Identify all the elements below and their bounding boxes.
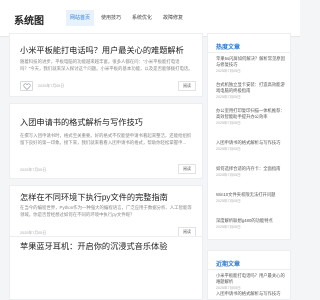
hot-article-item[interactable]: 苹果5s闪屏如何解决？解析常见原因与修复技巧 2025年7月05日 <box>216 56 286 74</box>
hot-article-date: 2025年7月05日 <box>216 95 241 99</box>
article-excerpt: 在撰写入团申请书时，格式至关重要。好的格式不仅能使申请书看起来整洁，还能给组织留… <box>20 133 192 145</box>
hot-articles-heading: 热度文章 <box>216 45 241 51</box>
article-date: 2025年7月05日 <box>20 168 47 172</box>
read-button[interactable]: 阅读 <box>178 164 196 174</box>
hot-article-title[interactable]: 苹果5s闪屏如何解决？解析常见原因与修复技巧 <box>216 56 286 68</box>
top-navigation-bar: 系统图 网站首页 使用技巧 系统优化 故障修复 <box>0 0 300 37</box>
article-excerpt: 在当今的编程世界，Python作为一种强大的编程语言，广泛应用于数据分析、人工智… <box>20 205 192 217</box>
hot-article-item[interactable]: 如何选择合适的内存卡：全面指南 2025年7月05日 <box>216 166 286 178</box>
article-excerpt: 随着科技的进步，平板电脑的功能越来越丰富。很多人都在问：“小米平板能打电话吗？”… <box>20 59 193 71</box>
hot-article-date: 2025年7月05日 <box>216 199 241 203</box>
hot-articles-panel: 热度文章 苹果5s闪屏如何解决？解析常见原因与修复技巧 2025年7月05日 台… <box>207 33 291 240</box>
hot-article-title[interactable]: 如何选择合适的内存卡：全面指南 <box>216 166 286 172</box>
hot-article-title[interactable]: Win10文件夹权限无法打开问题 <box>216 192 286 198</box>
heart-icon <box>23 83 31 90</box>
hot-article-date: 2025年7月05日 <box>216 173 241 177</box>
nav-item-tips[interactable]: 使用技巧 <box>97 10 125 26</box>
hot-article-title[interactable]: 深度解析联想g480的功能特点 <box>216 218 286 224</box>
divider <box>208 269 290 270</box>
favorite-button[interactable] <box>20 81 33 91</box>
article-title[interactable]: 怎样在不同环境下执行py文件的完整指南 <box>20 191 168 203</box>
hot-article-date: 2025年7月05日 <box>216 69 241 73</box>
read-button[interactable]: 阅读 <box>178 81 196 91</box>
article-title[interactable]: 入团申请书的格式解析与写作技巧 <box>20 116 143 128</box>
hot-article-item[interactable]: 办公室用打印复印扫描一体机推荐：高效智能助手提升办公效率 2025年7月05日 <box>216 108 286 126</box>
nav-item-repair[interactable]: 故障修复 <box>159 10 187 26</box>
hot-article-title[interactable]: 入团申请书的格式解析与写作技巧 <box>216 140 286 146</box>
main-nav: 网站首页 使用技巧 系统优化 故障修复 <box>66 10 190 26</box>
recent-article-item[interactable]: 小米平板能打电话吗？用户最关心的难题解析 2025年7月05日 <box>216 273 286 291</box>
site-logo[interactable]: 系统图 <box>14 12 44 27</box>
hot-article-date: 2025年7月05日 <box>216 225 241 229</box>
hot-article-item[interactable]: 台式机独立显卡安装：打造高效能游戏电脑的终极指南 2025年7月05日 <box>216 82 286 100</box>
hot-article-date: 2025年7月05日 <box>216 147 241 151</box>
hot-article-date: 2025年7月05日 <box>216 121 241 125</box>
hot-article-item[interactable]: 深度解析联想g480的功能特点 2025年7月05日 <box>216 218 286 230</box>
article-card: 怎样在不同环境下执行py文件的完整指南 在当今的编程世界，Python作为一种强… <box>9 185 203 237</box>
recent-article-title[interactable]: 小米平板能打电话吗？用户最关心的难题解析 <box>216 273 286 285</box>
recent-article-item[interactable]: 入团申请书的格式解析与写作技巧 <box>216 291 286 297</box>
hot-article-title[interactable]: 台式机独立显卡安装：打造高效能游戏电脑的终极指南 <box>216 82 286 94</box>
hot-article-item[interactable]: Win10文件夹权限无法打开问题 2025年7月05日 <box>216 192 286 204</box>
article-card: 小米平板能打电话吗？用户最关心的难题解析 随着科技的进步，平板电脑的功能越来越丰… <box>9 33 203 97</box>
recent-articles-heading: 近期文章 <box>216 262 241 268</box>
nav-item-optimize[interactable]: 系统优化 <box>128 10 156 26</box>
hot-article-item[interactable]: 入团申请书的格式解析与写作技巧 2025年7月05日 <box>216 140 286 152</box>
article-title[interactable]: 苹果蓝牙耳机：开启你的沉浸式音乐体验 <box>20 240 167 252</box>
article-title[interactable]: 小米平板能打电话吗？用户最关心的难题解析 <box>20 44 184 56</box>
recent-articles-panel: 近期文章 小米平板能打电话吗？用户最关心的难题解析 2025年7月05日 入团申… <box>207 250 291 300</box>
article-date: 2025年7月05日 <box>38 84 65 88</box>
hot-article-title[interactable]: 办公室用打印复印扫描一体机推荐：高效智能助手提升办公效率 <box>216 108 286 120</box>
nav-item-home[interactable]: 网站首页 <box>66 10 95 26</box>
divider <box>208 52 290 53</box>
article-card: 苹果蓝牙耳机：开启你的沉浸式音乐体验 <box>9 236 203 300</box>
article-card: 入团申请书的格式解析与写作技巧 在撰写入团申请书时，格式至关重要。好的格式不仅能… <box>9 103 203 179</box>
recent-article-title[interactable]: 入团申请书的格式解析与写作技巧 <box>216 291 286 297</box>
